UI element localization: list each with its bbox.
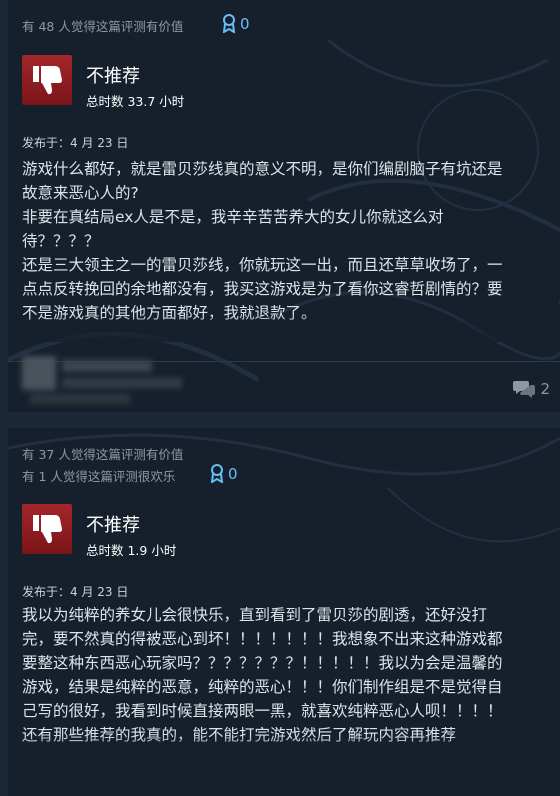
review-line: 要整这种东西恶心玩家吗？？？？？？？！！！！！我以为会是温馨的 [22, 654, 503, 672]
review-line: 游戏什么都好，就是雷贝莎线真的意义不明，是你们编剧脑子有坑还是 [22, 160, 503, 178]
award-button[interactable]: 0 [210, 464, 238, 483]
review-body: 游戏什么都好，就是雷贝莎线真的意义不明，是你们编剧脑子有坑还是 故意来恶心人的?… [22, 157, 550, 325]
review-line: 故意来恶心人的? [22, 184, 139, 202]
helpful-count-text: 有 48 人觉得这篇评测有价值 [22, 19, 184, 34]
review-verdict[interactable]: 不推荐 [86, 62, 140, 88]
blurred-author-info [16, 350, 196, 412]
review-line: 己写的很好，我看到时候直接两眼一黑，就喜欢纯粹恶心人呗！！！！ [22, 702, 503, 720]
review-line: 我以为纯粹的养女儿会很快乐，直到看到了雷贝莎的剧透，还好没打 [22, 606, 488, 624]
comment-bubble-icon [513, 381, 536, 398]
review-line: 待？？？？ [22, 232, 100, 250]
review-line: 还是三大领主之一的雷贝莎线，你就玩这一出，而且还草草收场了，一 [22, 256, 503, 274]
review-line: 不是游戏真的其他方面都好，我就退款了。 [22, 304, 317, 322]
playtime-hours: 总时数 33.7 小时 [86, 94, 185, 109]
award-count: 0 [240, 14, 250, 33]
thumbs-down-icon[interactable] [22, 55, 72, 105]
award-ribbon-icon [222, 14, 236, 33]
helpful-count-text: 有 37 人觉得这篇评测有价值 [22, 447, 184, 462]
funny-count-text: 有 1 人觉得这篇评测很欢乐 [22, 469, 176, 484]
award-button[interactable]: 0 [222, 14, 250, 33]
review-line: 还有那些推荐的我真的，能不能打完游戏然后了解玩内容再推荐 [22, 726, 457, 744]
review-card: 有 48 人觉得这篇评测有价值 0 不推荐 总时数 33.7 小时 发布于：4 … [8, 0, 560, 412]
award-count: 0 [228, 464, 238, 483]
comments-button[interactable]: 2 [513, 380, 550, 398]
review-card: 有 37 人觉得这篇评测有价值 有 1 人觉得这篇评测很欢乐 0 不推荐 总时数… [8, 428, 560, 796]
thumbs-down-icon[interactable] [22, 504, 72, 554]
posted-date: 发布于：4 月 23 日 [22, 136, 129, 150]
award-ribbon-icon [210, 464, 224, 483]
review-body: 我以为纯粹的养女儿会很快乐，直到看到了雷贝莎的剧透，还好没打 完，要不然真的得被… [22, 603, 550, 747]
review-line: 点点反转挽回的余地都没有，我买这游戏是为了看你这睿哲剧情的？要 [22, 280, 503, 298]
comment-count: 2 [540, 380, 550, 398]
review-line: 完，要不然真的得被恶心到坏！！！！！！！我想象不出来这种游戏都 [22, 630, 503, 648]
playtime-hours: 总时数 1.9 小时 [86, 543, 177, 558]
review-line: 非要在真结局ex人是不是，我辛辛苦苦养大的女儿你就这么对 [22, 208, 444, 226]
review-line: 游戏，结果是纯粹的恶意，纯粹的恶心！！！你们制作组是不是觉得自 [22, 678, 503, 696]
posted-date: 发布于：4 月 23 日 [22, 585, 129, 599]
review-verdict[interactable]: 不推荐 [86, 511, 140, 537]
